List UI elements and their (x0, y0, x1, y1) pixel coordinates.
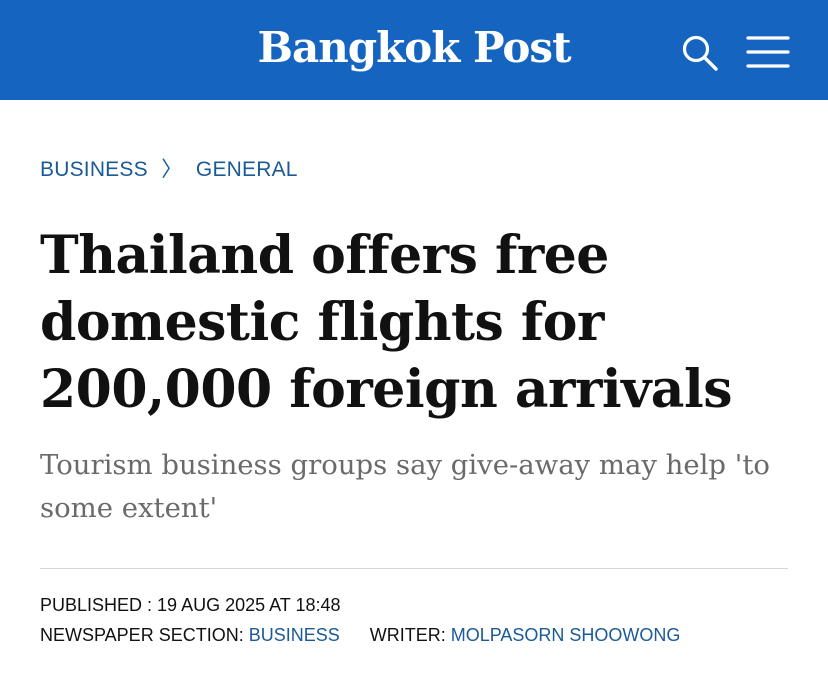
top-header-bar: Bangkok Post (0, 0, 828, 100)
breadcrumb-general-link[interactable]: GENERAL (196, 158, 298, 181)
writer-link[interactable]: MOLPASORN SHOOWONG (451, 625, 681, 645)
writer-label: WRITER: (369, 625, 451, 645)
article-headline: Thailand offers free domestic flights fo… (40, 225, 733, 420)
published-date: 19 AUG 2025 AT 18:48 (157, 595, 341, 615)
section-writer-line: NEWSPAPER SECTION: BUSINESS WRITER: MOLPA… (40, 623, 680, 647)
chevron-right-icon: 〉 (161, 158, 183, 181)
newspaper-section-label: NEWSPAPER SECTION: (40, 625, 249, 645)
search-icon[interactable] (680, 33, 720, 73)
article-subheadline: Tourism business groups say give-away ma… (40, 449, 770, 524)
newspaper-section-link[interactable]: BUSINESS (249, 625, 340, 645)
meta-divider (40, 568, 788, 569)
breadcrumb-business-link[interactable]: BUSINESS (40, 158, 148, 181)
published-line: PUBLISHED : 19 AUG 2025 AT 18:48 (40, 593, 341, 617)
hamburger-menu-icon[interactable] (746, 34, 790, 70)
breadcrumb: BUSINESS 〉 GENERAL (40, 156, 298, 184)
published-label: PUBLISHED : (40, 595, 158, 615)
